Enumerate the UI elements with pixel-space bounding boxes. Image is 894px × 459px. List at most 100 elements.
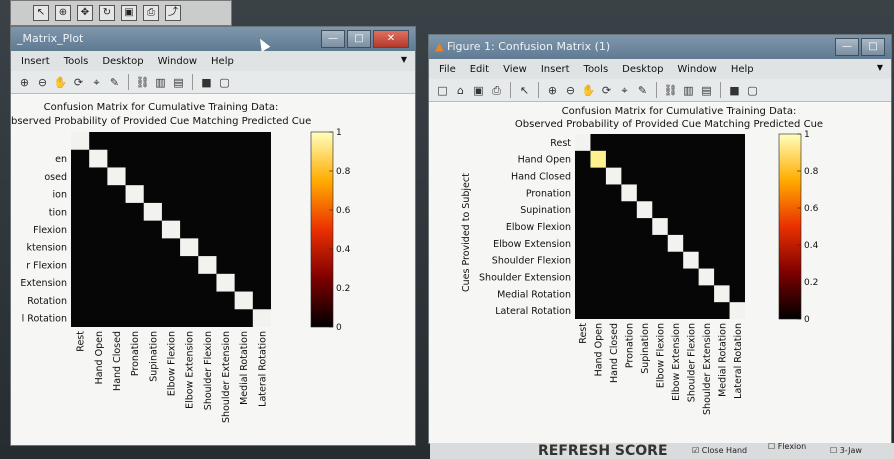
legend-icon[interactable]: ▤	[699, 83, 714, 98]
left-colorbar-tick-label: 0.8	[336, 167, 351, 177]
left-window-title: _Matrix_Plot	[17, 32, 84, 45]
right-y-tick-label: Lateral Rotation	[495, 306, 571, 317]
right-menu-window[interactable]: Window	[677, 64, 716, 75]
toolbar-separator	[656, 82, 657, 98]
left-menu-tools[interactable]: Tools	[64, 56, 89, 67]
rotate-icon[interactable]: ⟳	[71, 75, 86, 90]
right-x-tick-label: Pronation	[625, 323, 636, 368]
pointer-icon[interactable]: ↖	[33, 5, 49, 21]
menubar-arrow-icon[interactable]: ▼	[877, 63, 883, 72]
link-icon[interactable]: ⤴	[165, 5, 181, 21]
brush-icon[interactable]: ✎	[635, 83, 650, 98]
close-hand-checkbox[interactable]: ☑ Close Hand	[692, 446, 747, 455]
left-matrix-cell	[180, 238, 199, 257]
right-confusion-matrix: Rest Hand Open Hand Closed Pronation Supinat…	[479, 130, 819, 415]
close-hand-label: Close Hand	[701, 446, 748, 455]
right-menu-insert[interactable]: Insert	[541, 64, 570, 75]
right-y-tick-label: Shoulder Flexion	[492, 256, 571, 267]
right-matrix-cell	[575, 134, 591, 151]
right-colorbar	[778, 133, 802, 320]
right-colorbar-tick-label: 0.8	[804, 167, 819, 177]
datacursor-icon[interactable]: ⌖	[617, 83, 632, 98]
right-y-tick-label: Rest	[550, 138, 571, 149]
close-button[interactable]: ✕	[373, 30, 409, 48]
refresh-score-button[interactable]: REFRESH SCORE	[538, 443, 668, 459]
right-menu-help[interactable]: Help	[731, 64, 754, 75]
left-matrix-cell	[252, 309, 271, 327]
left-x-tick-label: Shoulder Extension	[221, 331, 232, 423]
left-matrix-cell	[107, 167, 126, 186]
right-menu-edit[interactable]: Edit	[470, 64, 489, 75]
left-x-tick-label: Elbow Extension	[185, 331, 196, 409]
datacursor-icon[interactable]: ⌖	[89, 75, 104, 90]
show-tools-icon[interactable]: ▢	[217, 75, 232, 90]
pan-icon[interactable]: ✋	[581, 83, 596, 98]
hide-tools-icon[interactable]: ■	[727, 83, 742, 98]
right-matrix-cell	[698, 268, 715, 286]
left-matrix-cell	[161, 220, 181, 239]
left-y-tick-label: tion	[49, 207, 67, 218]
right-menu-tools[interactable]: Tools	[584, 64, 609, 75]
left-menu-window[interactable]: Window	[158, 56, 197, 67]
left-toolbar: ⊕ ⊖ ✋ ⟳ ⌖ ✎ ⛓ ▥ ▤ ■ ▢	[11, 71, 415, 94]
open-icon[interactable]: ⌂	[453, 83, 468, 98]
legend-icon[interactable]: ▤	[171, 75, 186, 90]
left-colorbar	[310, 131, 334, 328]
maximize-button[interactable]: □	[861, 38, 885, 56]
zoom-out-icon[interactable]: ⊖	[35, 75, 50, 90]
menubar-arrow-icon[interactable]: ▼	[401, 55, 407, 64]
right-x-tick-label: Medial Rotation	[717, 323, 728, 397]
left-y-tick-label: ion	[53, 190, 67, 201]
left-menu-insert[interactable]: Insert	[21, 56, 50, 67]
minimize-button[interactable]: —	[835, 38, 859, 56]
pan-icon[interactable]: ✋	[53, 75, 68, 90]
rotate-icon[interactable]: ⟳	[599, 83, 614, 98]
left-menu-desktop[interactable]: Desktop	[102, 56, 143, 67]
right-menu-desktop[interactable]: Desktop	[622, 64, 663, 75]
left-matrix-cell	[89, 149, 108, 168]
left-matrix-cell	[71, 132, 90, 150]
left-y-tick-label: ktension	[26, 243, 67, 254]
save-icon[interactable]: ▣	[471, 83, 486, 98]
print-icon[interactable]: ⎙	[489, 83, 504, 98]
right-x-tick-label: Lateral Rotation	[733, 323, 744, 399]
brush-icon[interactable]: ✎	[107, 75, 122, 90]
toolbar-separator	[538, 82, 539, 98]
right-window-titlebar[interactable]: ▲ Figure 1: Confusion Matrix (1) — □	[429, 35, 891, 59]
link-icon[interactable]: ⛓	[663, 83, 678, 98]
colorbar-icon[interactable]: ▥	[681, 83, 696, 98]
zoom-in-icon[interactable]: ⊕	[17, 75, 32, 90]
left-y-tick-label: Extension	[20, 278, 67, 289]
right-colorbar-tick-label: 1	[804, 130, 810, 140]
right-y-tick-label: Shoulder Extension	[479, 272, 571, 283]
zoom-out-icon[interactable]: ⊖	[563, 83, 578, 98]
zoom-icon[interactable]: ⊕	[55, 5, 71, 21]
colorbar-icon[interactable]: ▥	[153, 75, 168, 90]
edit-plot-icon[interactable]: ↖	[517, 83, 532, 98]
new-figure-icon[interactable]: □	[435, 83, 450, 98]
hide-tools-icon[interactable]: ■	[199, 75, 214, 90]
link-icon[interactable]: ⛓	[135, 75, 150, 90]
background-toolbar: ↖ ⊕ ✥ ↻ ▣ ⎙ ⤴	[10, 0, 232, 26]
minimize-button[interactable]: —	[321, 30, 345, 48]
left-x-tick-label: Elbow Flexion	[167, 331, 178, 396]
pan-icon[interactable]: ✥	[77, 5, 93, 21]
3jaw-label: 3-Jaw	[839, 446, 862, 455]
left-colorbar-tick-label: 0.6	[336, 206, 351, 216]
rotate-icon[interactable]: ↻	[99, 5, 115, 21]
print-icon[interactable]: ⎙	[143, 5, 159, 21]
maximize-button[interactable]: □	[347, 30, 371, 48]
left-window-titlebar[interactable]: _Matrix_Plot — □ ✕	[11, 27, 415, 51]
save-icon[interactable]: ▣	[121, 5, 137, 21]
3jaw-checkbox[interactable]: ☐ 3-Jaw	[830, 446, 862, 455]
flexion-checkbox[interactable]: ☐ Flexion	[768, 442, 806, 451]
left-matrix-cell	[234, 291, 253, 310]
right-x-tick-label: Rest	[578, 323, 589, 344]
show-tools-icon[interactable]: ▢	[745, 83, 760, 98]
right-menu-view[interactable]: View	[503, 64, 527, 75]
right-menu-file[interactable]: File	[439, 64, 456, 75]
right-toolbar: □ ⌂ ▣ ⎙ ↖ ⊕ ⊖ ✋ ⟳ ⌖ ✎ ⛓ ▥ ▤ ■ ▢	[429, 79, 891, 102]
left-menu-help[interactable]: Help	[211, 56, 234, 67]
zoom-in-icon[interactable]: ⊕	[545, 83, 560, 98]
right-x-tick-label: Shoulder Flexion	[686, 323, 697, 402]
